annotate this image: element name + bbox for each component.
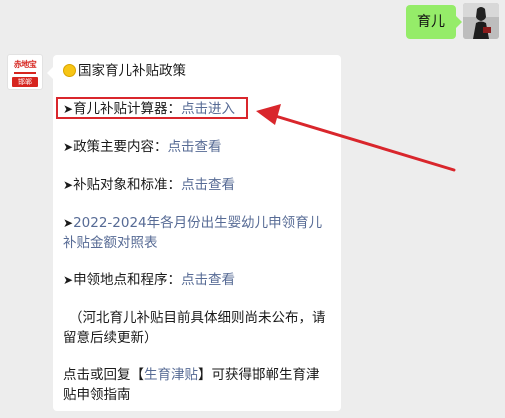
annotation-arrow-icon — [256, 104, 456, 172]
